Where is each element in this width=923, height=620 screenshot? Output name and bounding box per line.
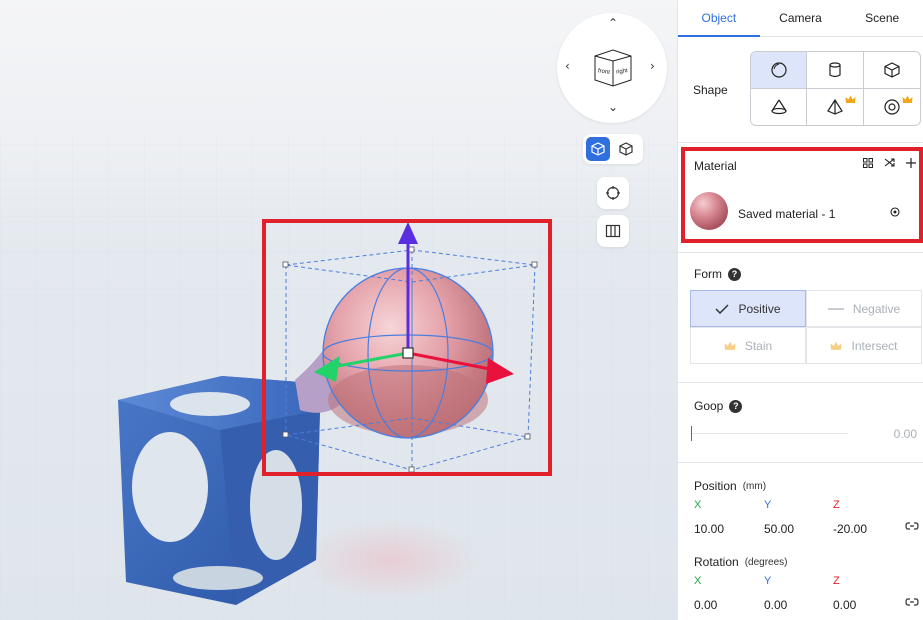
tab-object[interactable]: Object (678, 0, 760, 37)
form-intersect-label: Intersect (851, 338, 898, 353)
goop-value[interactable]: 0.00 (894, 427, 917, 441)
form-label-row: Form ? (694, 267, 741, 281)
premium-crown-icon (831, 341, 842, 350)
form-positive-button[interactable]: Positive (690, 290, 806, 327)
checkmark-icon (715, 303, 730, 314)
torus-icon (884, 99, 900, 115)
3d-viewport[interactable]: ⌃ ⌄ ‹ › front right (0, 0, 677, 620)
link-icon[interactable] (905, 522, 919, 530)
panel-tabs: Object Camera Scene (678, 0, 923, 37)
chevron-up-icon[interactable]: ⌃ (608, 17, 618, 29)
pyramid-icon (827, 98, 843, 115)
cube-ortho-icon (619, 142, 633, 156)
chevron-left-icon[interactable]: ‹ (565, 60, 570, 72)
goop-slider-handle[interactable] (691, 426, 692, 441)
chevron-right-icon[interactable]: › (650, 60, 655, 72)
shape-torus-button[interactable] (864, 89, 920, 126)
form-selector: Positive Negative Stain Intersect (690, 290, 922, 364)
rotation-z-input[interactable]: 0.00 (833, 598, 856, 612)
focus-button[interactable] (597, 177, 629, 209)
form-stain-label: Stain (744, 338, 773, 353)
goop-slider-track[interactable] (691, 433, 848, 434)
form-label: Form (694, 267, 722, 281)
rotation-label-row: Rotation (degrees) (694, 555, 788, 569)
shape-cone-button[interactable] (751, 88, 808, 125)
shape-sphere-button[interactable] (751, 52, 808, 89)
form-intersect-button[interactable]: Intersect (806, 327, 922, 364)
shape-pyramid-button[interactable] (807, 88, 864, 125)
perspective-view-button[interactable] (586, 137, 610, 161)
premium-crown-icon (845, 95, 856, 103)
shape-picker (750, 51, 921, 126)
position-y-input[interactable]: 50.00 (764, 522, 794, 536)
crosshair-icon (606, 186, 620, 200)
grid-columns-icon (605, 224, 621, 238)
mini-cube-icon[interactable]: front right (592, 47, 634, 89)
object-shadow (300, 520, 480, 600)
rotation-label: Rotation (694, 555, 739, 569)
link-icon[interactable] (905, 598, 919, 606)
help-icon[interactable]: ? (729, 399, 743, 413)
cube-perspective-icon (591, 142, 605, 156)
shape-box-button[interactable] (863, 52, 920, 89)
form-negative-label: Negative (852, 301, 901, 316)
shape-label: Shape (693, 83, 728, 97)
position-x-label: X (694, 499, 702, 511)
goop-label-row: Goop ? (694, 399, 743, 413)
position-unit: (mm) (742, 480, 767, 492)
position-z-label: Z (833, 499, 840, 511)
premium-crown-icon (724, 341, 736, 350)
properties-panel: Object Camera Scene Shape Material Saved… (677, 0, 923, 620)
rotation-z-label: Z (833, 575, 840, 587)
rotation-y-input[interactable]: 0.00 (764, 598, 787, 612)
position-z-input[interactable]: -20.00 (833, 522, 867, 536)
position-y-label: Y (764, 499, 772, 511)
rotation-x-input[interactable]: 0.00 (694, 598, 717, 612)
cylinder-icon (829, 62, 841, 77)
help-icon[interactable]: ? (728, 267, 741, 281)
minus-icon (827, 307, 844, 310)
sphere-icon (771, 62, 787, 78)
cone-icon (771, 99, 787, 114)
projection-toggle (583, 134, 643, 164)
premium-crown-icon (902, 95, 913, 103)
form-negative-button[interactable]: Negative (806, 290, 922, 327)
position-label-row: Position (mm) (694, 479, 766, 493)
material-highlight (681, 147, 923, 243)
navigation-cube[interactable]: ⌃ ⌄ ‹ › front right (557, 13, 667, 123)
rotation-y-label: Y (764, 575, 772, 587)
cube-icon (884, 62, 900, 78)
tab-camera[interactable]: Camera (760, 0, 842, 36)
shape-cylinder-button[interactable] (807, 52, 864, 89)
form-positive-label: Positive (738, 301, 781, 316)
position-x-input[interactable]: 10.00 (694, 522, 724, 536)
rotation-unit: (degrees) (744, 556, 788, 568)
goop-label: Goop (694, 399, 724, 413)
chevron-down-icon[interactable]: ⌄ (608, 101, 618, 113)
orthographic-view-button[interactable] (614, 137, 638, 161)
tab-scene[interactable]: Scene (841, 0, 923, 36)
grid-toggle-button[interactable] (597, 215, 629, 247)
selection-highlight (262, 219, 552, 476)
position-label: Position (694, 479, 737, 493)
rotation-x-label: X (694, 575, 702, 587)
form-stain-button[interactable]: Stain (690, 327, 806, 364)
